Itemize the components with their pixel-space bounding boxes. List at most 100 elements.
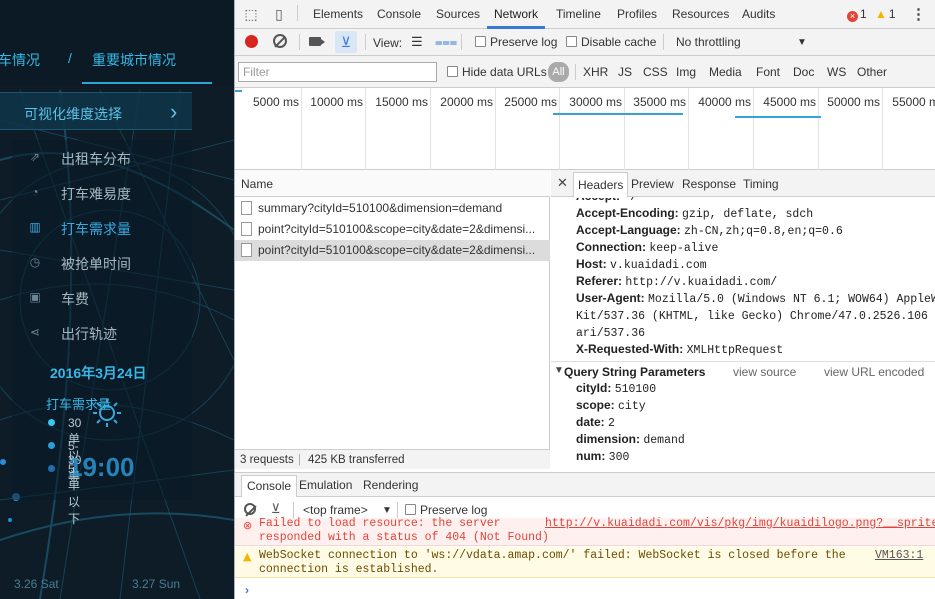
menu-item-label: 出租车分布 [61,151,131,167]
transferred-size: 425 KB transferred [308,454,405,466]
chevron-down-icon[interactable]: ▼ [382,505,392,516]
warning-counter[interactable]: ▲ 1 [875,7,896,21]
filter-css[interactable]: CSS [643,65,668,79]
drawer-tab-rendering[interactable]: Rendering [363,478,418,492]
tab-sources[interactable]: Sources [436,7,480,21]
filter-input[interactable] [238,62,437,82]
menu-item-grab-time[interactable]: ◷ 被抢单时间 [12,245,192,280]
message-text: Failed to load resource: the server [259,517,501,530]
error-icon: × [847,11,858,22]
chevron-down-icon[interactable]: ▼ [797,37,807,48]
tab-separator: / [68,50,72,66]
menu-item-taxi-distribution[interactable]: ⇗ 出租车分布 [12,140,192,175]
request-row[interactable]: summary?cityId=510100&dimension=demand [235,198,550,219]
devtools-toolbar: ⬚ ▯ Elements Console Sources Network Tim… [235,0,935,29]
request-name: summary?cityId=510100&dimension=demand [258,201,503,215]
hide-data-urls-checkbox[interactable] [447,66,458,77]
tab-console[interactable]: Console [377,7,421,21]
screen: 车情况 / 重要城市情况 可视化维度选择 › ⇗ 出租车分布 ◔ 打车难易度 ▥… [0,0,935,599]
tab-elements[interactable]: Elements [313,7,363,21]
section-title: Query String Parameters [564,365,706,379]
name-column-header[interactable]: Name [235,170,550,197]
menu-item-fare[interactable]: ▣ 车费 [12,280,192,315]
filter-all-button[interactable]: All [548,62,569,82]
drawer-tab-emulation[interactable]: Emulation [299,478,352,492]
tab-timing[interactable]: Timing [743,177,779,191]
tab-car-status[interactable]: 车情况 [0,50,40,70]
console-prompt[interactable]: › [245,583,249,597]
param-key: num: [576,449,606,463]
timeline-overview[interactable]: 5000 ms 10000 ms 15000 ms 20000 ms 25000… [235,88,935,170]
inspect-icon[interactable]: ⬚ [242,5,260,23]
large-rows-icon[interactable]: ☰ [411,34,423,50]
filter-font[interactable]: Font [756,65,780,79]
tab-profiles[interactable]: Profiles [617,7,657,21]
timeline-tick: 10000 ms [310,88,366,170]
record-button[interactable] [245,35,258,48]
tick-label: 25000 ms [504,95,557,109]
tab-resources[interactable]: Resources [672,7,729,21]
context-select[interactable]: <top frame> [303,503,368,517]
tab-headers[interactable]: Headers [573,172,629,198]
param-value: 510100 [614,383,657,396]
view-source-link[interactable]: view source [733,365,796,379]
param-value: 2 [608,417,615,430]
menu-item-demand[interactable]: ▥ 打车需求量 [12,210,192,245]
filter-doc[interactable]: Doc [793,65,814,79]
drawer-tab-console[interactable]: Console [241,475,298,498]
capture-screenshots-icon[interactable] [309,37,325,46]
tab-response[interactable]: Response [682,177,736,191]
console-preserve-log-label: Preserve log [420,503,488,517]
header-row: X-Requested-With: XMLHttpRequest [576,342,783,357]
tab-key-cities[interactable]: 重要城市情况 [92,50,176,70]
active-tab-underline [82,82,212,84]
toolbar-divider [297,5,298,21]
console-preserve-log-checkbox[interactable] [405,504,416,515]
share-nodes-icon: ⋖ [29,325,41,339]
coins-icon: ▣ [29,290,41,304]
view-url-encoded-link[interactable]: view URL encoded [824,365,924,379]
tab-network[interactable]: Network [494,7,538,21]
filter-xhr[interactable]: XHR [583,65,608,79]
message-text: connection is established. [259,563,439,576]
filter-icon[interactable]: ⊻ [271,501,281,517]
close-icon[interactable]: ✕ [557,175,568,191]
filter-media[interactable]: Media [709,65,742,79]
message-source-link[interactable]: VM163:1 [875,549,923,562]
throttling-select[interactable]: No throttling [676,35,741,49]
view-label: View: [373,36,403,50]
menu-item-label: 打车需求量 [61,221,131,237]
date-label: 2016年3月24日 [50,365,147,381]
menu-item-difficulty[interactable]: ◔ 打车难易度 [12,175,192,210]
clear-icon[interactable] [273,34,287,48]
filter-img[interactable]: Img [676,65,696,79]
tab-audits[interactable]: Audits [742,7,775,21]
chevron-right-icon: › [170,99,178,124]
share-icon: ⇗ [29,150,41,164]
filter-other[interactable]: Other [857,65,887,79]
request-row-selected[interactable]: point?cityId=510100&scope=city&date=2&di… [235,240,550,261]
tick-label: 20000 ms [440,95,493,109]
filter-ws[interactable]: WS [827,65,846,79]
request-count: 3 requests [240,454,294,466]
console-warning-message: ▲ WebSocket connection to 'ws://vdata.am… [235,547,935,578]
filter-toggle-icon[interactable]: ⊻ [335,31,357,53]
header-value: gzip, deflate, sdch [682,208,814,221]
more-options-icon[interactable]: ⋮ [911,5,926,23]
menu-item-trajectory[interactable]: ⋖ 出行轨迹 [12,315,192,350]
overview-icon[interactable]: ⩶ [435,34,457,50]
device-mode-icon[interactable]: ▯ [270,5,288,23]
preserve-log-checkbox[interactable] [475,36,486,47]
message-source-link[interactable]: http://v.kuaidadi.com/vis/pkg/img/kuaidi… [545,517,935,530]
request-row[interactable]: point?cityId=510100&scope=city&date=2&di… [235,219,550,240]
error-counter[interactable]: × 1 [847,7,867,22]
timeline-tick: 5000 ms [253,88,302,170]
query-string-section[interactable]: ▼ Query String Parameters view source vi… [551,361,935,381]
dimension-menu: ⇗ 出租车分布 ◔ 打车难易度 ▥ 打车需求量 ◷ 被抢单时间 ▣ 车费 ⋖ 出… [12,140,192,350]
tab-timeline[interactable]: Timeline [556,7,601,21]
tab-preview[interactable]: Preview [631,177,674,191]
clear-console-icon[interactable] [244,503,256,515]
disable-cache-checkbox[interactable] [566,36,577,47]
filter-js[interactable]: JS [618,65,632,79]
dimension-select[interactable]: 可视化维度选择 › [0,92,192,130]
